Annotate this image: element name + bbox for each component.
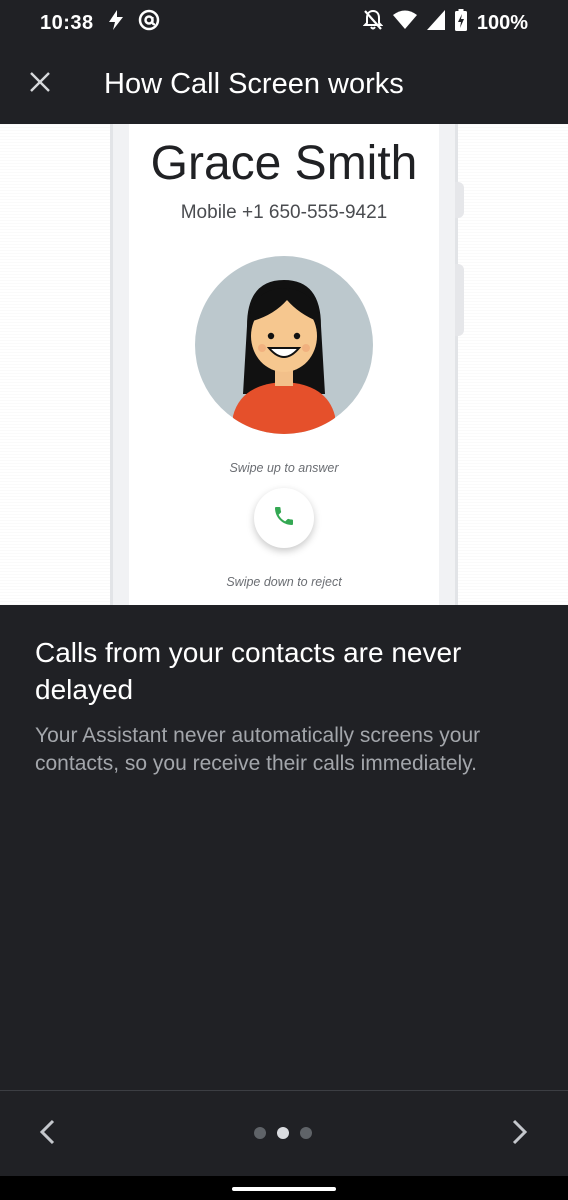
content-heading: Calls from your contacts are never delay… (35, 637, 462, 705)
system-navigation-bar (0, 1176, 568, 1200)
caller-name: Grace Smith (150, 137, 418, 190)
page-dot (254, 1127, 266, 1139)
phone-icon (272, 504, 296, 533)
swipe-down-hint: Swipe down to reject (226, 575, 342, 589)
chevron-right-icon (509, 1119, 529, 1150)
avatar (195, 256, 373, 434)
call-screen-illustration: Grace Smith Mobile +1 650-555-9421 Swipe… (0, 124, 568, 605)
caller-number: Mobile +1 650-555-9421 (180, 202, 388, 223)
status-bar: 10:38 100% (0, 0, 568, 46)
page-indicator (254, 1127, 312, 1139)
status-time: 10:38 (40, 11, 94, 34)
app-bar: How Call Screen works (0, 46, 568, 124)
next-button[interactable] (497, 1112, 541, 1156)
page-title: How Call Screen works (104, 68, 404, 100)
signal-icon (426, 10, 445, 36)
content-body: Your Assistant never automatically scree… (35, 724, 481, 775)
close-button[interactable] (18, 62, 62, 106)
at-sign-icon (138, 9, 160, 37)
divider (0, 1090, 568, 1091)
swipe-up-hint: Swipe up to answer (229, 461, 339, 475)
battery-icon (454, 9, 467, 37)
chevron-left-icon (38, 1119, 58, 1150)
wifi-icon (392, 10, 417, 36)
bolt-icon (108, 10, 124, 36)
battery-percent: 100% (476, 11, 528, 34)
close-icon (29, 71, 51, 98)
page-dot-active (277, 1127, 289, 1139)
notifications-off-icon (362, 9, 384, 37)
phone-side-button (455, 264, 464, 336)
page-dot (300, 1127, 312, 1139)
home-gesture-handle[interactable] (232, 1187, 336, 1191)
answer-call-button (254, 488, 314, 548)
previous-button[interactable] (26, 1112, 70, 1156)
